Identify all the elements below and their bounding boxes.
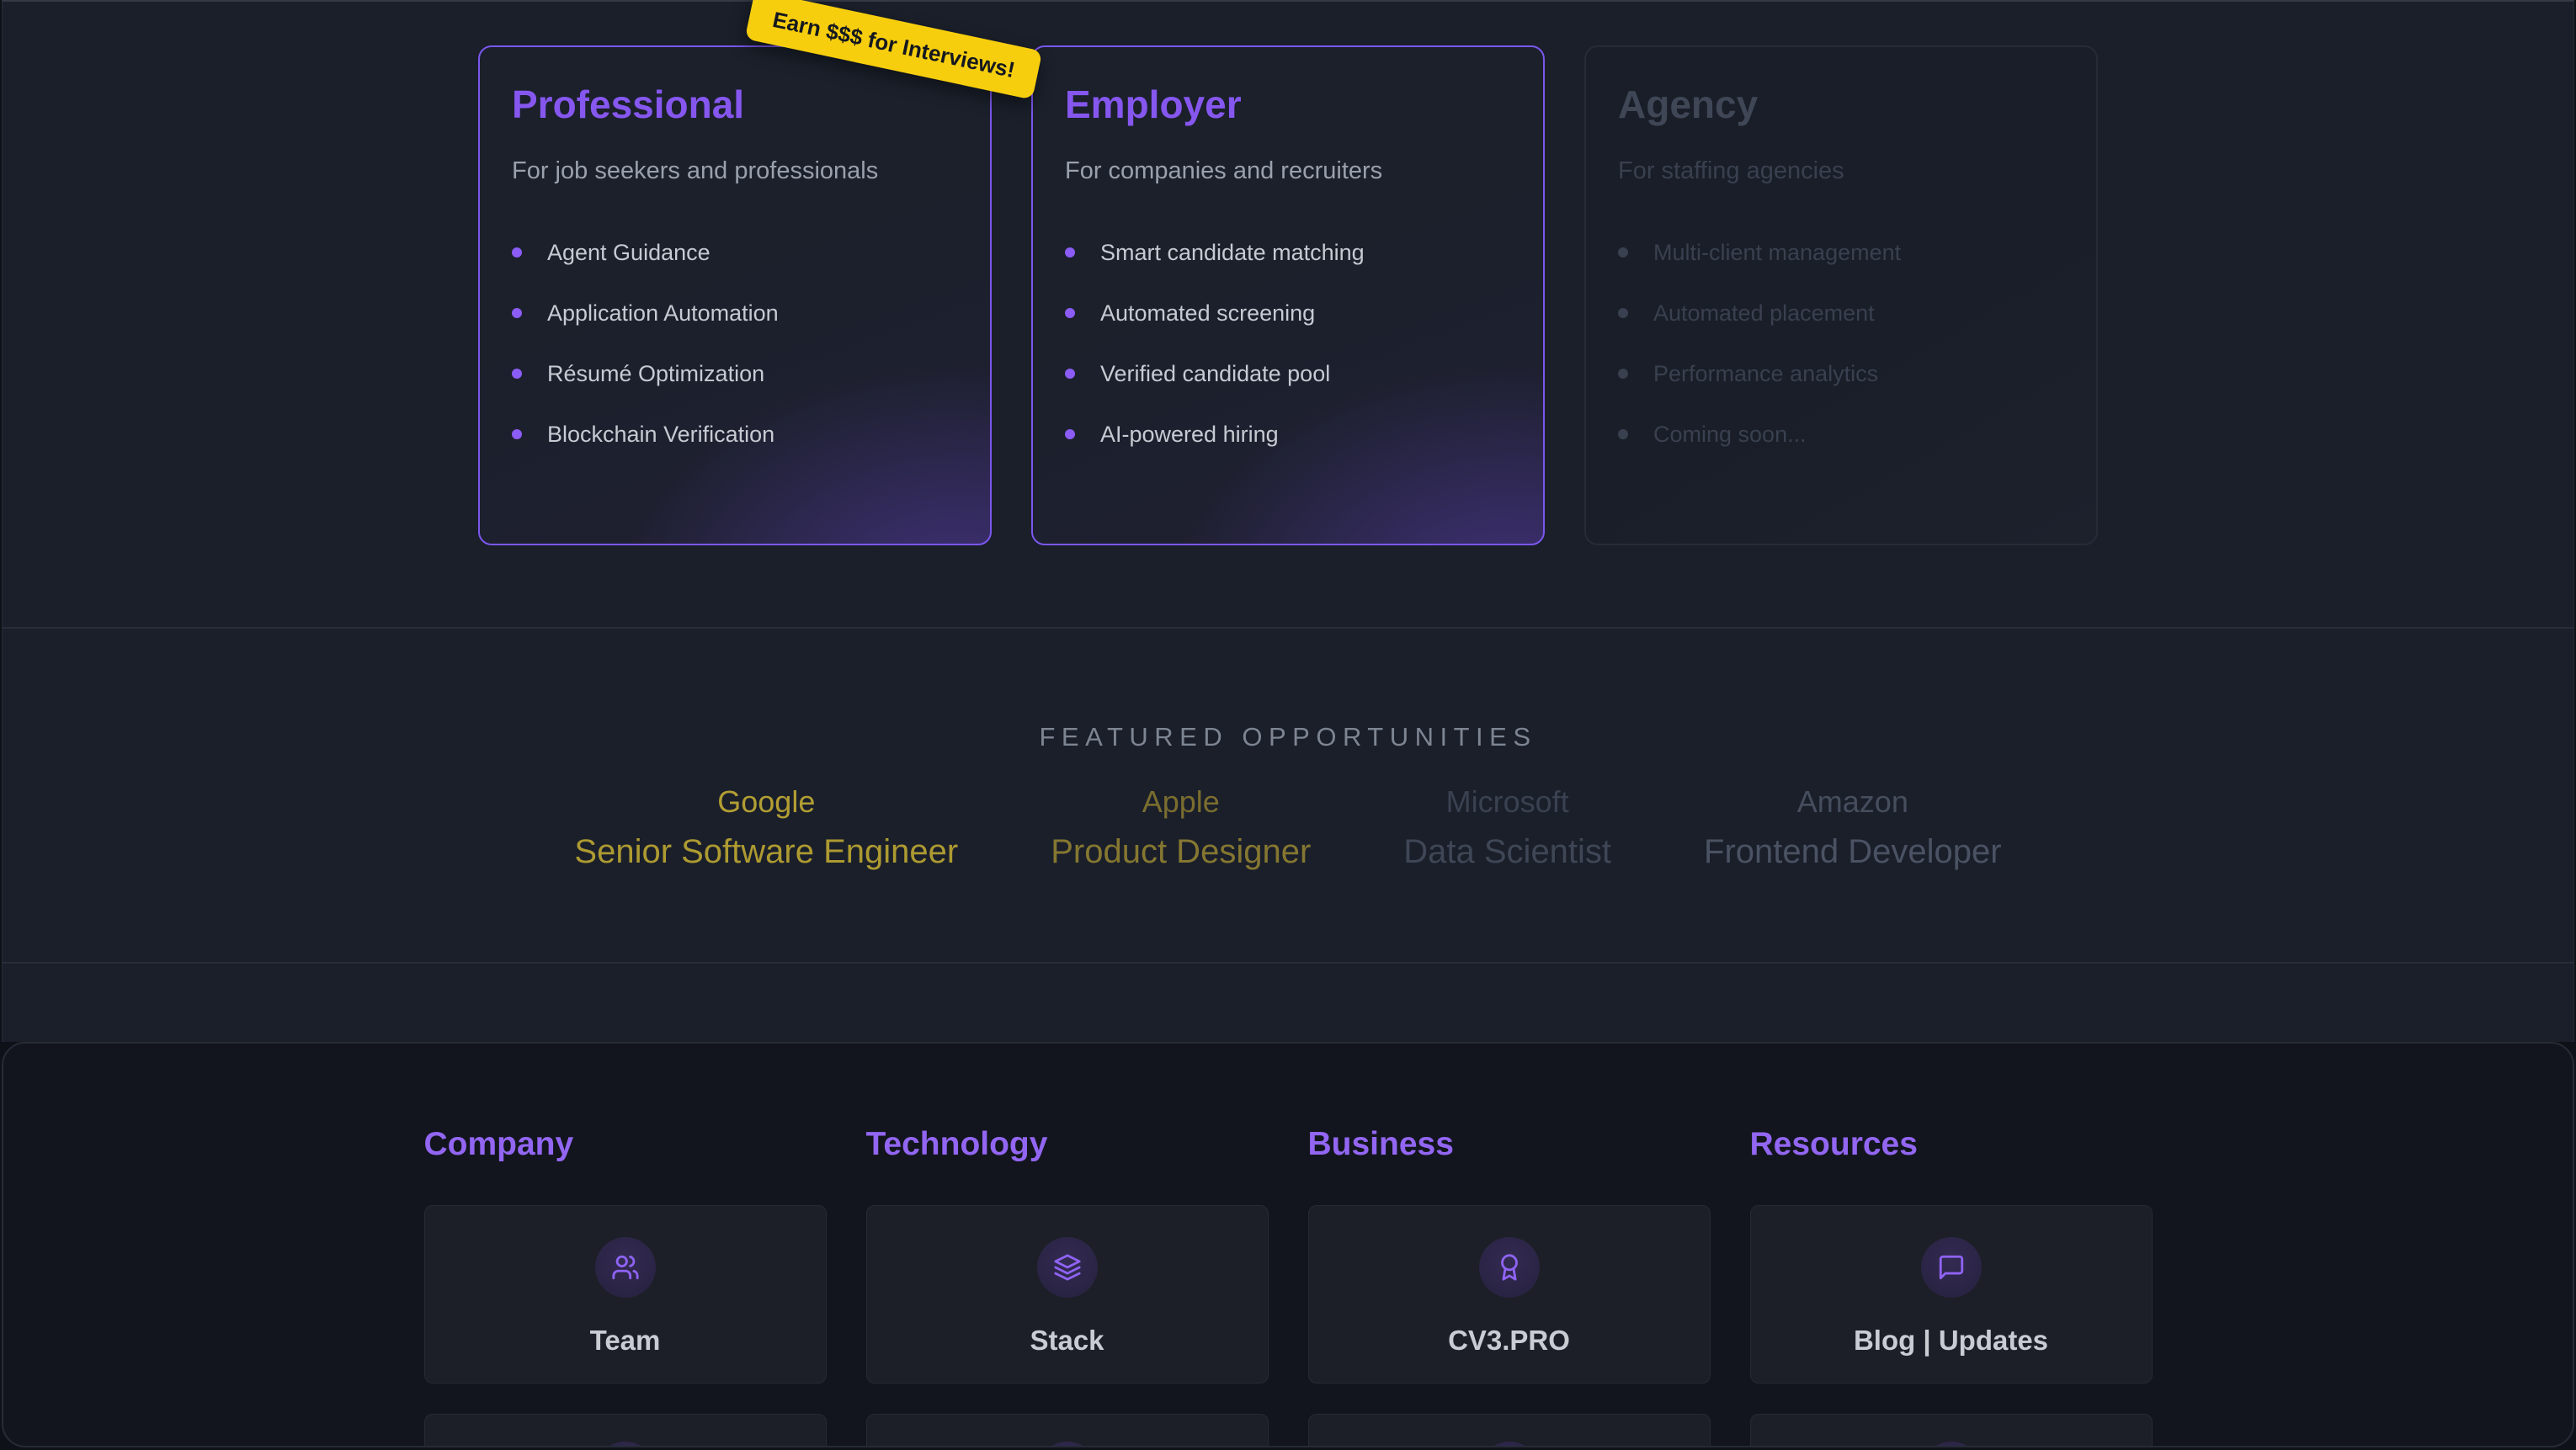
footer-card-blog[interactable]: Blog | Updates <box>1750 1205 2153 1384</box>
plan-card-employer[interactable]: Employer For companies and recruiters Sm… <box>1031 45 1545 545</box>
footer-col-business: Business CV3.PRO <box>1308 1124 1711 1447</box>
job-title: Product Designer <box>1051 832 1311 871</box>
job-item-microsoft[interactable]: Microsoft Data Scientist <box>1403 783 1611 871</box>
job-company: Amazon <box>1704 783 2002 821</box>
job-item-google[interactable]: Google Senior Software Engineer <box>574 783 958 871</box>
jobs-carousel: Google Senior Software Engineer Apple Pr… <box>3 783 2573 871</box>
icon-circle <box>1479 1442 1540 1447</box>
featured-heading: FEATURED OPPORTUNITIES <box>3 721 2573 753</box>
users-icon <box>611 1253 640 1282</box>
bullet-dot-icon <box>512 308 522 318</box>
plan-feature: Blockchain Verification <box>512 422 958 446</box>
plan-card-agency: Agency For staffing agencies Multi-clien… <box>1584 45 2098 545</box>
footer-col-company: Company Team <box>424 1124 827 1447</box>
job-title: Senior Software Engineer <box>574 832 958 871</box>
bullet-dot-icon <box>1618 308 1628 318</box>
bullet-dot-icon <box>1618 369 1628 379</box>
plan-feature: Smart candidate matching <box>1065 241 1511 264</box>
footer-col-technology: Technology Stack <box>866 1124 1269 1447</box>
featured-section: FEATURED OPPORTUNITIES Google Senior Sof… <box>3 627 2573 962</box>
footer-col-resources: Resources Blog | Updates <box>1750 1124 2153 1447</box>
plan-subtitle: For job seekers and professionals <box>512 157 958 185</box>
plan-feature: Agent Guidance <box>512 241 958 264</box>
plan-title: Employer <box>1065 81 1511 128</box>
job-item-amazon[interactable]: Amazon Frontend Developer <box>1704 783 2002 871</box>
plan-feature: Résumé Optimization <box>512 362 958 385</box>
job-item-apple[interactable]: Apple Product Designer <box>1051 783 1311 871</box>
footer-heading-company: Company <box>424 1124 827 1165</box>
plan-title: Agency <box>1618 81 2064 128</box>
plans-row: Professional For job seekers and profess… <box>3 45 2573 545</box>
footer-heading-business: Business <box>1308 1124 1711 1165</box>
plan-feature: Application Automation <box>512 301 958 325</box>
icon-circle <box>1479 1237 1540 1298</box>
bullet-dot-icon <box>1065 308 1075 318</box>
footer-card-label: CV3.PRO <box>1448 1325 1570 1357</box>
footer-card-team[interactable]: Team <box>424 1205 827 1384</box>
bullet-dot-icon <box>1065 369 1075 379</box>
bullet-dot-icon <box>512 429 522 439</box>
bullet-dot-icon <box>1618 247 1628 258</box>
plan-feature: Coming soon... <box>1618 422 2064 446</box>
plan-feature: Automated screening <box>1065 301 1511 325</box>
icon-circle <box>595 1442 656 1447</box>
footer-card-label: Blog | Updates <box>1854 1325 2048 1357</box>
icon-circle <box>1921 1442 1982 1447</box>
message-square-icon <box>1937 1253 1966 1282</box>
award-icon <box>1495 1253 1524 1282</box>
footer-heading-resources: Resources <box>1750 1124 2153 1165</box>
footer-card-stack[interactable]: Stack <box>866 1205 1269 1384</box>
plan-card-professional[interactable]: Professional For job seekers and profess… <box>478 45 992 545</box>
plan-feature: Automated placement <box>1618 301 2064 325</box>
footer-card-partial[interactable] <box>424 1414 827 1447</box>
footer-card-partial[interactable] <box>1308 1414 1711 1447</box>
bullet-dot-icon <box>512 369 522 379</box>
bullet-dot-icon <box>1618 429 1628 439</box>
icon-circle <box>1037 1237 1098 1298</box>
plan-subtitle: For companies and recruiters <box>1065 157 1511 185</box>
footer-card-label: Stack <box>1030 1325 1104 1357</box>
footer-card-cv3pro[interactable]: CV3.PRO <box>1308 1205 1711 1384</box>
plan-subtitle: For staffing agencies <box>1618 157 2064 185</box>
job-company: Apple <box>1051 783 1311 821</box>
footer-card-partial[interactable] <box>1750 1414 2153 1447</box>
plan-feature: AI-powered hiring <box>1065 422 1511 446</box>
job-title: Frontend Developer <box>1704 832 2002 871</box>
bullet-dot-icon <box>512 247 522 258</box>
plan-feature: Verified candidate pool <box>1065 362 1511 385</box>
bullet-dot-icon <box>1065 247 1075 258</box>
job-company: Google <box>574 783 958 821</box>
footer-panel: Company Team Technology <box>2 1042 2574 1447</box>
layers-icon <box>1053 1253 1082 1282</box>
bullet-dot-icon <box>1065 429 1075 439</box>
pricing-section: Professional For job seekers and profess… <box>3 2 2573 627</box>
main-panel: Professional For job seekers and profess… <box>2 0 2574 1042</box>
icon-circle <box>595 1237 656 1298</box>
footer-heading-technology: Technology <box>866 1124 1269 1165</box>
icon-circle <box>1037 1442 1098 1447</box>
job-title: Data Scientist <box>1403 832 1611 871</box>
footer-card-partial[interactable] <box>866 1414 1269 1447</box>
footer-card-label: Team <box>590 1325 661 1357</box>
plan-title: Professional <box>512 81 958 128</box>
icon-circle <box>1921 1237 1982 1298</box>
footer-grid: Company Team Technology <box>424 1044 2153 1447</box>
section-divider-band <box>3 962 2573 1042</box>
plan-feature: Performance analytics <box>1618 362 2064 385</box>
plan-feature: Multi-client management <box>1618 241 2064 264</box>
job-company: Microsoft <box>1403 783 1611 821</box>
